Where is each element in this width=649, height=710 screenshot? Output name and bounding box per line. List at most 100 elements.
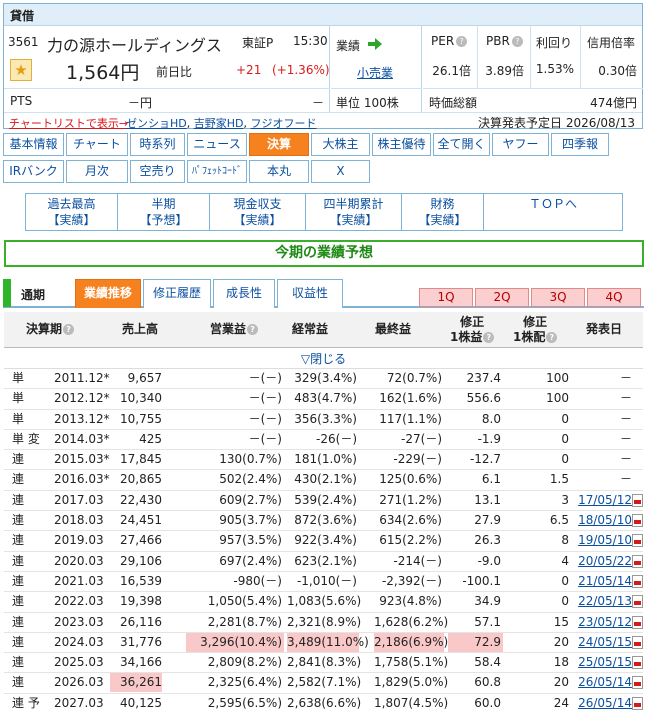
cell-kind: 連: [12, 472, 25, 487]
cell-op: 2,325(6.4%): [207, 675, 282, 690]
related-link[interactable]: フジオフード: [251, 117, 317, 130]
cell-eps: 58.4: [474, 655, 501, 670]
cell-date[interactable]: 20/05/22: [570, 552, 632, 571]
cell-div: 1.5: [549, 472, 569, 487]
help-icon[interactable]: ?: [511, 36, 523, 47]
tab-performance[interactable]: 業績推移: [75, 279, 141, 308]
cell-ord: 329(3.4%): [294, 371, 357, 385]
help-icon[interactable]: ?: [456, 36, 468, 47]
submenu-top[interactable]: ＴＯＰへ: [484, 194, 622, 230]
pdf-icon[interactable]: [632, 493, 643, 507]
cell-date[interactable]: 26/05/14: [570, 694, 632, 710]
pdf-icon[interactable]: [632, 656, 643, 670]
nav-shikiho[interactable]: 四季報: [551, 133, 609, 156]
col-period-label: 決算期: [26, 322, 63, 336]
nav-monthly[interactable]: 月次: [66, 160, 128, 183]
submenu-label: 財務: [430, 197, 455, 211]
col-div-label-2: 1株配: [513, 330, 546, 344]
quarter-2q-button[interactable]: 2Q: [475, 288, 529, 307]
help-icon[interactable]: ?: [247, 324, 259, 335]
cell-net: 1,829(5.0%): [374, 675, 449, 690]
submenu-sublabel: 【予想】: [139, 213, 188, 227]
pdf-icon[interactable]: [632, 635, 643, 649]
pdf-icon[interactable]: [632, 696, 643, 710]
submenu-quarterly[interactable]: 四半期累計 【実績】: [306, 194, 402, 230]
cell-date[interactable]: 24/05/15: [570, 633, 632, 652]
submenu-cashflow[interactable]: 現金収支 【実績】: [210, 194, 306, 230]
nav-chart[interactable]: チャート: [66, 133, 128, 156]
cell-eps: 26.3: [474, 533, 501, 548]
cell-date[interactable]: 19/05/10: [570, 531, 632, 550]
cell-date[interactable]: 22/05/13: [570, 592, 632, 611]
nav-short-selling[interactable]: 空売り: [130, 160, 185, 183]
nav-ir-bank[interactable]: IRバンク: [3, 160, 64, 183]
cell-sales: 16,539: [120, 573, 162, 588]
collapse-toggle[interactable]: ▽閉じる: [4, 349, 643, 369]
tab-revision-history[interactable]: 修正履歴: [143, 279, 211, 308]
submenu-financials[interactable]: 財務 【実績】: [402, 194, 484, 230]
nav-earnings[interactable]: 決算: [249, 133, 309, 156]
quote-time: 15:30: [293, 34, 328, 48]
cell-net: 117(1.1%): [379, 411, 442, 426]
related-link[interactable]: 吉野家HD: [194, 117, 244, 130]
table-row: 連 2023.03 26,116 2,281(8.7%) 2,321(8.9%) 1,62…: [4, 613, 643, 633]
pdf-icon[interactable]: [632, 595, 643, 609]
pdf-icon[interactable]: [632, 534, 643, 548]
tab-profitability[interactable]: 収益性: [277, 279, 343, 308]
cell-op: 609(2.7%): [219, 492, 282, 507]
pdf-icon[interactable]: [632, 615, 643, 629]
period-label: 通期: [21, 288, 46, 302]
cell-period: 2026.03: [54, 675, 104, 690]
cell-kind: 連: [12, 513, 25, 528]
cell-date[interactable]: 23/05/12: [570, 613, 632, 632]
submenu-half-year[interactable]: 半期 【予想】: [118, 194, 210, 230]
favorite-star-icon[interactable]: ★: [10, 59, 32, 81]
nav-major-shareholders[interactable]: 大株主: [311, 133, 370, 156]
cell-date[interactable]: 18/05/10: [570, 511, 632, 530]
pdf-icon[interactable]: [632, 554, 643, 568]
cell-date[interactable]: 26/05/14: [570, 673, 632, 692]
cell-net: -27(－): [401, 431, 442, 446]
tab-growth[interactable]: 成長性: [213, 279, 275, 308]
pdf-icon[interactable]: [632, 676, 643, 690]
cell-net: 271(1.2%): [379, 492, 442, 507]
cell-ord: 2,582(7.1%): [287, 675, 362, 690]
help-icon[interactable]: ?: [63, 324, 75, 335]
help-icon[interactable]: ?: [483, 332, 495, 343]
submenu-record-high[interactable]: 過去最高 【実績】: [26, 194, 118, 230]
pdf-icon[interactable]: [632, 574, 643, 588]
chart-list-link[interactable]: チャートリストで表示→: [9, 115, 128, 131]
sector-link[interactable]: 小売業: [357, 64, 393, 81]
nav-news[interactable]: ニュース: [187, 133, 247, 156]
quote-panel: 3561 力の源ホールディングス 東証P 15:30 ★ 1,564円 前日比 …: [4, 26, 330, 112]
cell-period: 2018.03: [54, 513, 104, 528]
diff-value: +21: [236, 63, 262, 77]
submenu-sublabel: 【実績】: [329, 213, 378, 227]
quarter-4q-button[interactable]: 4Q: [587, 288, 641, 307]
cell-div: 6.5: [549, 513, 569, 528]
pdf-icon[interactable]: [632, 514, 643, 528]
quarter-1q-button[interactable]: 1Q: [419, 288, 473, 307]
quarter-3q-button[interactable]: 3Q: [531, 288, 585, 307]
submenu-sublabel: 【実績】: [233, 213, 282, 227]
cell-div: 0: [561, 411, 569, 426]
nav-timeseries[interactable]: 時系列: [130, 133, 185, 156]
cell-net: -2,392(－): [381, 573, 442, 588]
market-label: 東証P: [242, 36, 274, 50]
nav-yahoo[interactable]: ヤフー: [492, 133, 549, 156]
nav-perfect-code[interactable]: ﾊﾟﾌｪｯﾄｺｰﾄﾞ: [187, 160, 247, 183]
nav-x[interactable]: X: [311, 160, 370, 183]
nav-basic-info[interactable]: 基本情報: [3, 133, 64, 156]
cell-ord: 1,083(5.6%): [287, 594, 362, 609]
table-row: 連 2016.03* 20,865 502(2.4%) 430(2.1%) 125(0.6…: [4, 470, 643, 491]
cell-date[interactable]: 17/05/12: [570, 491, 632, 510]
cell-date[interactable]: 21/05/14: [570, 572, 632, 591]
earnings-announce-date: 決算発表予定日 2026/08/13: [478, 116, 635, 130]
nav-honmaru[interactable]: 本丸: [249, 160, 309, 183]
nav-shareholder-perks[interactable]: 株主優待: [372, 133, 431, 156]
help-icon[interactable]: ?: [546, 332, 558, 343]
arrow-right-icon[interactable]: [368, 38, 382, 50]
cell-date[interactable]: 25/05/15: [570, 653, 632, 672]
nav-open-all[interactable]: 全て開く: [433, 133, 490, 156]
related-link[interactable]: ゼンショHD: [126, 117, 187, 130]
